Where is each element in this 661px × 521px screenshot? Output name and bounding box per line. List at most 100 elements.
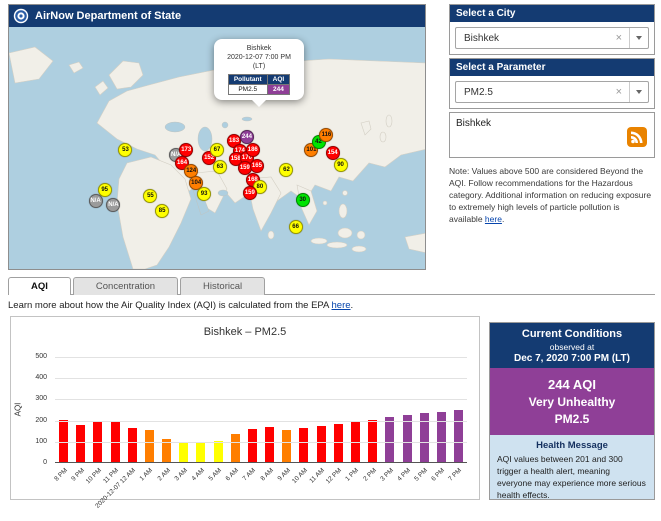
city-dropdown-arrow-icon[interactable] <box>629 28 648 48</box>
map-popup: Bishkek 2020-12-07 7:00 PM (LT) Pollutan… <box>214 39 304 108</box>
chart-y-axis-label: AQI <box>13 402 23 417</box>
parameter-clear-icon[interactable]: × <box>616 86 622 98</box>
gridline <box>55 357 467 358</box>
chart-x-axis: 8 PM 9 PM 10 PM 11 PM 2020-12-07 12 AM 1 AM 2 … <box>53 464 467 510</box>
aqi-bar[interactable] <box>316 425 326 462</box>
aqi-marker[interactable]: N/A <box>88 194 103 209</box>
gridline <box>55 420 467 422</box>
chart-bars <box>55 357 467 462</box>
popup-pollutant-header: Pollutant <box>227 74 268 86</box>
aqi-marker[interactable]: 62 <box>279 162 294 177</box>
gridline <box>55 399 467 401</box>
aqi-bar[interactable] <box>179 441 189 462</box>
popup-tip <box>252 100 266 108</box>
aqi-marker[interactable]: 186 <box>245 142 260 157</box>
world-map[interactable]: 53 95 N/A N/A 55 85 N/A 173 164 124 104 93 152 67 63 18… <box>9 27 425 269</box>
note-suffix: . <box>501 213 505 224</box>
note-body: Note: Values above 500 are considered Be… <box>449 166 652 224</box>
popup-city: Bishkek <box>246 45 272 52</box>
y-tick-label: 300 <box>35 395 47 403</box>
tab-historical[interactable]: Historical <box>180 277 266 295</box>
chart-plot <box>55 357 467 463</box>
parameter-dropdown-arrow-icon[interactable] <box>629 82 648 102</box>
aqi-marker[interactable]: 116 <box>319 128 334 143</box>
cc-health-message: AQI values between 201 and 300 trigger a… <box>497 454 646 500</box>
aqi-marker[interactable]: 30 <box>295 192 310 207</box>
aqi-marker[interactable]: 85 <box>155 204 170 219</box>
aqi-bar[interactable] <box>196 442 206 462</box>
aqi-bar[interactable] <box>76 424 86 462</box>
select-city-panel: Select a City Bishkek × <box>449 4 655 55</box>
tab-aqi[interactable]: AQI <box>8 277 71 296</box>
aqi-marker[interactable]: 63 <box>212 159 227 174</box>
aqi-bar[interactable] <box>385 417 395 462</box>
tab-concentration[interactable]: Concentration <box>72 277 179 295</box>
aqi-marker[interactable]: 173 <box>179 142 194 157</box>
aqi-marker[interactable]: 67 <box>210 142 224 157</box>
popup-table: Pollutant AQI PM2.5 244 <box>227 74 291 96</box>
cc-title: Current Conditions <box>521 328 623 340</box>
city-select[interactable]: Bishkek × <box>455 27 649 49</box>
aqi-bar[interactable] <box>333 423 343 462</box>
aqi-bar[interactable] <box>127 428 137 462</box>
chart-panel: Bishkek – PM2.5 AQI 0 100 200 300 400 500 8 P… <box>10 316 480 510</box>
aqi-bar[interactable] <box>368 419 378 462</box>
aqi-bar[interactable] <box>454 410 464 462</box>
cc-aqi-value: 244 AQI <box>548 377 596 392</box>
city-select-value: Bishkek <box>464 33 500 44</box>
select-city-header: Select a City <box>450 5 654 22</box>
popup-pollutant-value: PM2.5 <box>227 84 268 96</box>
aqi-bar[interactable] <box>213 440 223 462</box>
learn-more-text: Learn more about how the Air Quality Ind… <box>8 300 332 311</box>
aqi-marker[interactable]: N/A <box>106 197 121 212</box>
tab-bar: AQI Concentration Historical <box>8 277 655 296</box>
aqi-bar[interactable] <box>265 427 275 462</box>
select-parameter-panel: Select a Parameter PM2.5 × <box>449 58 655 109</box>
aqi-bar[interactable] <box>247 429 257 462</box>
popup-aqi-header: AQI <box>266 74 291 86</box>
city-clear-icon[interactable]: × <box>616 32 622 44</box>
aqi-bar[interactable] <box>144 430 154 462</box>
parameter-select[interactable]: PM2.5 × <box>455 81 649 103</box>
rss-feed-box: Bishkek <box>449 112 655 158</box>
aqi-bar[interactable] <box>282 430 292 462</box>
aqi-marker[interactable]: 66 <box>288 220 303 235</box>
aqi-bar[interactable] <box>299 428 309 462</box>
popup-datetime: 2020-12-07 7:00 PM <box>227 54 291 62</box>
gridline <box>55 378 467 380</box>
current-conditions-panel: Current Conditions observed at Dec 7, 20… <box>489 322 655 500</box>
learn-more-suffix: . <box>350 300 354 311</box>
learn-more: Learn more about how the Air Quality Ind… <box>8 300 353 311</box>
aqi-marker[interactable]: 159 <box>242 185 257 200</box>
y-tick-label: 500 <box>35 353 47 360</box>
learn-more-here-link[interactable]: here <box>332 300 351 311</box>
cc-aqi-block: 244 AQI Very Unhealthy PM2.5 <box>490 368 654 435</box>
note-here-link[interactable]: here <box>485 214 502 224</box>
aqi-bar[interactable] <box>59 419 69 462</box>
aqi-marker[interactable]: 93 <box>197 186 212 201</box>
map-header: AirNow Department of State <box>9 5 425 27</box>
y-tick-label: 200 <box>35 416 47 424</box>
y-tick-label: 100 <box>35 437 47 445</box>
aqi-marker[interactable]: 53 <box>118 142 133 157</box>
y-tick-label: 400 <box>35 374 47 382</box>
aqi-marker[interactable]: 165 <box>249 158 264 173</box>
map-panel: AirNow Department of State 53 95 N/A N/A… <box>8 4 426 270</box>
parameter-select-value: PM2.5 <box>464 87 493 98</box>
cc-health-block: Health Message AQI values between 201 an… <box>490 435 654 507</box>
popup-aqi-value: 244 <box>266 84 291 96</box>
gridline <box>55 441 467 443</box>
aqi-marker[interactable]: 90 <box>333 157 348 172</box>
aqi-bar[interactable] <box>230 434 240 462</box>
aqi-bar[interactable] <box>402 415 412 462</box>
aqi-marker[interactable]: 244 <box>239 130 254 145</box>
rss-city-label: Bishkek <box>456 118 492 129</box>
y-tick-label: 0 <box>43 459 47 466</box>
popup-lt: (LT) <box>252 63 266 71</box>
dos-seal-icon <box>13 8 29 24</box>
select-parameter-header: Select a Parameter <box>450 59 654 76</box>
note-text: Note: Values above 500 are considered Be… <box>449 166 655 225</box>
rss-icon[interactable] <box>627 127 647 152</box>
cc-observed-datetime: Dec 7, 2020 7:00 PM (LT) <box>514 353 630 364</box>
aqi-marker[interactable]: 55 <box>143 188 158 203</box>
